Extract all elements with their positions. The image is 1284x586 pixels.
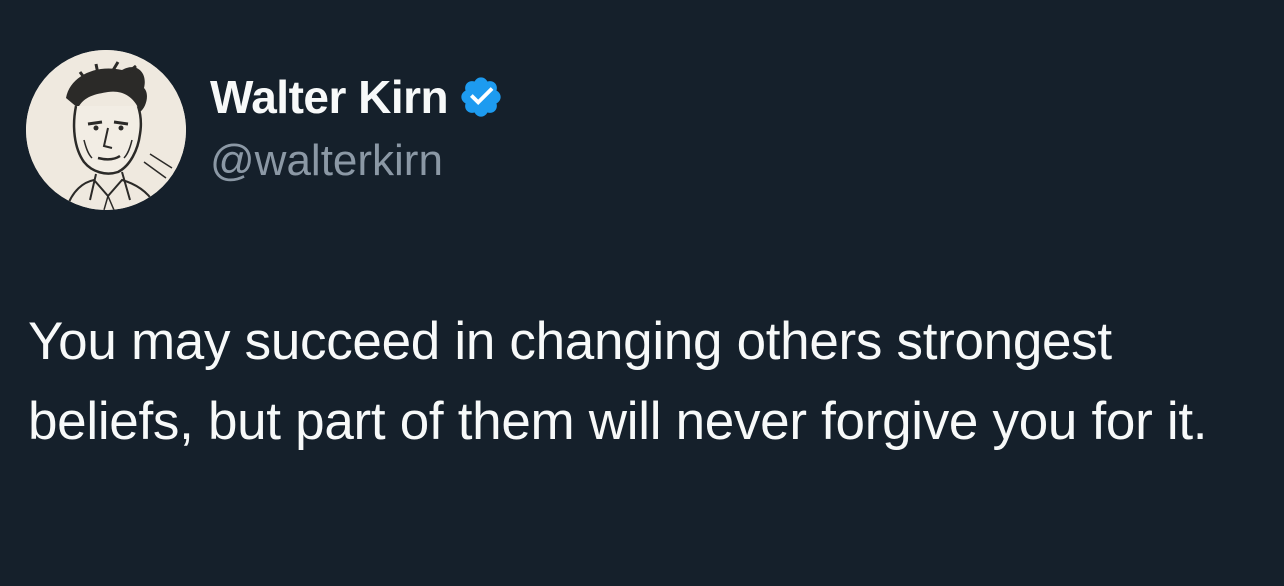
portrait-sketch-icon	[26, 50, 186, 210]
name-row: Walter Kirn	[210, 66, 504, 128]
author-display-name[interactable]: Walter Kirn	[210, 70, 449, 124]
author-avatar[interactable]	[26, 50, 186, 210]
verified-badge-icon[interactable]	[458, 74, 504, 120]
tweet-card: Walter Kirn @walterkirn You may succeed …	[0, 0, 1284, 586]
tweet-text: You may succeed in changing others stron…	[28, 312, 1208, 451]
author-info: Walter Kirn @walterkirn	[210, 66, 504, 186]
author-handle[interactable]: @walterkirn	[210, 136, 504, 186]
